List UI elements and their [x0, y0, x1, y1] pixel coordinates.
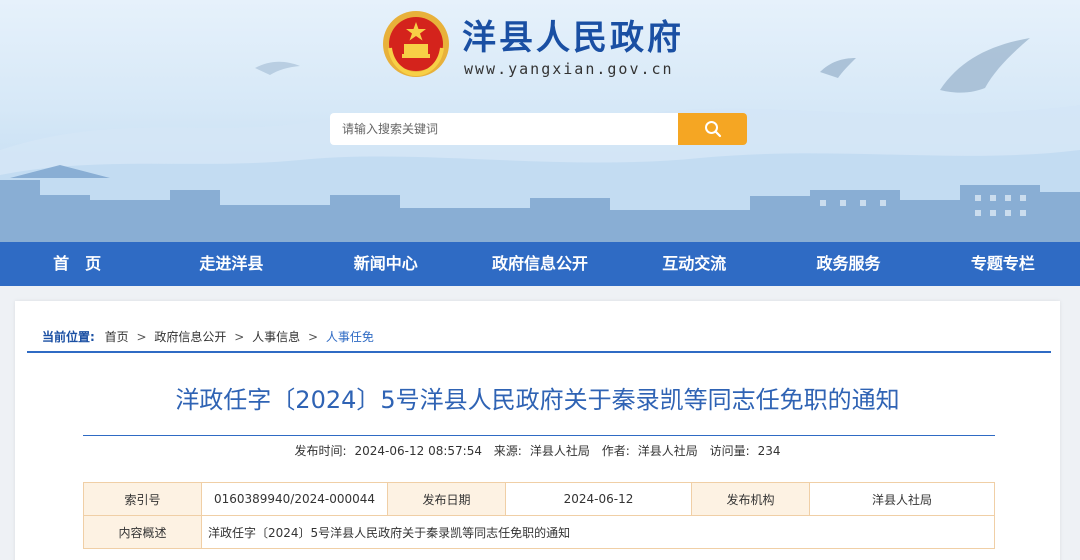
nav-services[interactable]: 政务服务	[771, 242, 925, 286]
org-label: 发布机构	[691, 482, 810, 516]
main-nav: 首 页 走进洋县 新闻中心 政府信息公开 互动交流 政务服务 专题专栏	[0, 242, 1080, 286]
breadcrumb-separator: >	[307, 330, 319, 344]
article-title: 洋政任字〔2024〕5号洋县人民政府关于秦录凯等同志任免职的通知	[175, 386, 900, 414]
search-input[interactable]	[330, 113, 680, 145]
title-divider	[83, 435, 995, 436]
breadcrumb-item-info-disclosure[interactable]: 政府信息公开	[154, 330, 226, 344]
views-label: 访问量:	[709, 444, 750, 458]
table-row: 索引号 0160389940/2024-000044 发布日期 2024-06-…	[83, 482, 995, 516]
nav-info-disclosure[interactable]: 政府信息公开	[463, 242, 617, 286]
summary-label: 内容概述	[83, 515, 202, 549]
breadcrumb-divider	[27, 351, 1051, 353]
site-url: www.yangxian.gov.cn	[464, 60, 674, 78]
breadcrumb-separator: >	[234, 330, 245, 344]
summary-value: 洋政任字〔2024〕5号洋县人民政府关于秦录凯等同志任免职的通知	[201, 515, 995, 549]
breadcrumb: 当前位置: 首页 > 政府信息公开 > 人事信息 > 人事任免	[42, 328, 374, 345]
nav-news[interactable]: 新闻中心	[309, 242, 463, 286]
nav-interaction[interactable]: 互动交流	[617, 242, 771, 286]
index-value: 0160389940/2024-000044	[201, 482, 388, 516]
search-icon	[704, 121, 721, 138]
nav-home[interactable]: 首 页	[0, 242, 154, 286]
org-value: 洋县人社局	[809, 482, 995, 516]
index-label: 索引号	[83, 482, 202, 516]
article-meta: 发布时间: 2024-06-12 08:57:54 来源: 洋县人社局 作者: 洋县人…	[15, 442, 1060, 459]
date-value: 2024-06-12	[505, 482, 692, 516]
date-label: 发布日期	[387, 482, 506, 516]
header-banner: 洋县人民政府 www.yangxian.gov.cn	[0, 0, 1080, 242]
breadcrumb-lead: 当前位置:	[42, 330, 95, 344]
breadcrumb-item-personnel-info[interactable]: 人事信息	[252, 330, 300, 344]
breadcrumb-item-home[interactable]: 首页	[105, 330, 129, 344]
author: 洋县人社局	[637, 444, 698, 458]
search-button[interactable]	[678, 113, 747, 145]
source: 洋县人社局	[529, 444, 590, 458]
breadcrumb-item-appointments[interactable]: 人事任免	[326, 330, 374, 344]
content-panel: 当前位置: 首页 > 政府信息公开 > 人事信息 > 人事任免 洋政任字〔202…	[15, 301, 1060, 560]
site-title: 洋县人民政府	[462, 18, 684, 58]
publish-time: 2024-06-12 08:57:54	[354, 444, 482, 458]
breadcrumb-separator: >	[136, 330, 147, 344]
table-row: 内容概述 洋政任字〔2024〕5号洋县人民政府关于秦录凯等同志任免职的通知	[83, 515, 995, 549]
national-emblem-icon	[383, 11, 449, 77]
info-table: 索引号 0160389940/2024-000044 发布日期 2024-06-…	[83, 482, 995, 549]
publish-time-label: 发布时间:	[294, 444, 347, 458]
nav-about[interactable]: 走进洋县	[154, 242, 308, 286]
source-label: 来源:	[493, 444, 522, 458]
nav-topics[interactable]: 专题专栏	[926, 242, 1080, 286]
views-count: 234	[757, 444, 781, 458]
author-label: 作者:	[601, 444, 630, 458]
